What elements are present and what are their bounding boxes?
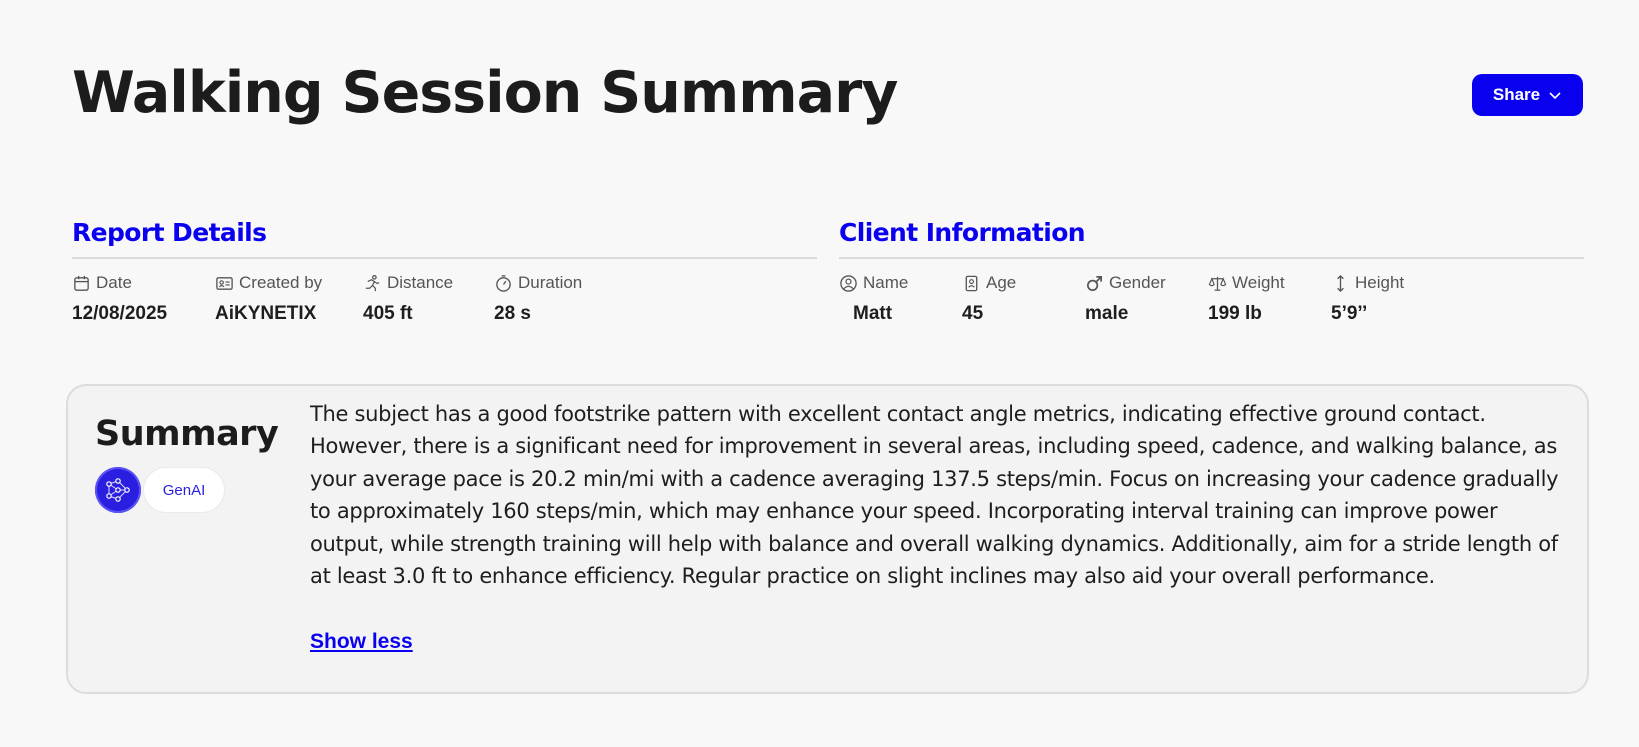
field-duration-value: 28 s bbox=[494, 303, 531, 324]
report-details-section: Report Details Date 12/08/2025 Created b… bbox=[72, 218, 817, 329]
field-created-by-label: Created by bbox=[239, 273, 323, 292]
calendar-icon bbox=[74, 275, 89, 291]
field-date-value: 12/08/2025 bbox=[72, 303, 168, 324]
field-gender: Gender male bbox=[1085, 273, 1166, 325]
share-button[interactable]: Share bbox=[1472, 74, 1583, 116]
summary-text: The subject has a good footstrike patter… bbox=[310, 402, 1559, 589]
field-gender-label: Gender bbox=[1109, 273, 1166, 292]
report-details-title: Report Details bbox=[72, 218, 817, 259]
show-less-link[interactable]: Show less bbox=[310, 630, 413, 654]
share-button-label: Share bbox=[1492, 85, 1541, 104]
stopwatch-icon bbox=[496, 274, 511, 292]
field-age: Age 45 bbox=[962, 273, 1016, 325]
field-weight-value: 199 lb bbox=[1208, 303, 1262, 324]
field-height: Height 5’9’’ bbox=[1331, 273, 1404, 325]
ai-avatar bbox=[95, 467, 141, 513]
runner-icon bbox=[365, 274, 380, 291]
field-distance: Distance 405 ft bbox=[363, 273, 453, 325]
chevron-down-icon bbox=[1549, 92, 1561, 100]
client-information-section: Client Information Name Matt Age 45 Gend… bbox=[839, 218, 1584, 329]
scale-icon bbox=[1208, 276, 1227, 291]
field-distance-label: Distance bbox=[387, 273, 454, 292]
field-height-label: Height bbox=[1355, 273, 1405, 292]
genai-badge: GenAI bbox=[143, 467, 225, 513]
badge-icon bbox=[965, 275, 978, 291]
field-gender-value: male bbox=[1085, 303, 1129, 324]
field-date-label: Date bbox=[96, 273, 132, 292]
field-name: Name Matt bbox=[839, 273, 908, 325]
page-title: Walking Session Summary bbox=[72, 60, 898, 126]
field-age-label: Age bbox=[986, 273, 1017, 292]
neural-network-icon bbox=[106, 478, 130, 502]
field-weight: Weight 199 lb bbox=[1208, 273, 1285, 325]
field-created-by: Created by AiKYNETIX bbox=[215, 273, 322, 325]
field-duration: Duration 28 s bbox=[494, 273, 582, 325]
field-created-by-value: AiKYNETIX bbox=[215, 303, 317, 324]
field-distance-value: 405 ft bbox=[363, 303, 413, 324]
vertical-arrows-icon bbox=[1337, 274, 1344, 292]
field-name-value: Matt bbox=[853, 303, 893, 324]
summary-card: Summary GenAI The subject has a good foo… bbox=[66, 384, 1589, 694]
id-card-icon bbox=[216, 276, 233, 290]
user-circle-icon bbox=[840, 274, 857, 292]
client-information-title: Client Information bbox=[839, 218, 1584, 259]
field-age-value: 45 bbox=[962, 303, 984, 324]
field-weight-label: Weight bbox=[1232, 273, 1285, 292]
summary-title: Summary bbox=[95, 414, 279, 454]
field-date: Date 12/08/2025 bbox=[72, 273, 167, 325]
field-height-value: 5’9’’ bbox=[1331, 303, 1368, 324]
field-duration-label: Duration bbox=[518, 273, 583, 292]
field-name-label: Name bbox=[863, 273, 909, 292]
male-symbol-icon bbox=[1086, 275, 1103, 291]
